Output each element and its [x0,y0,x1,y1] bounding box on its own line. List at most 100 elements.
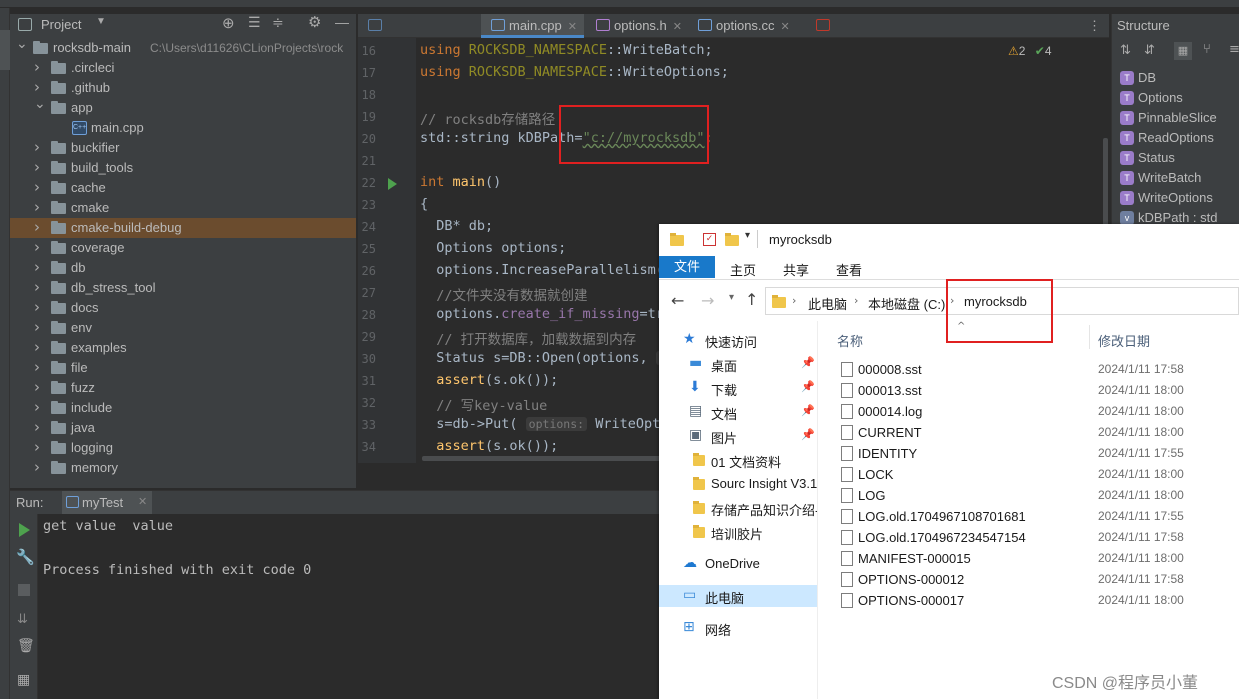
tree-folder-item[interactable]: › cmake-build-debug [10,218,356,238]
breadcrumb-item[interactable]: 本地磁盘 (C:) [868,294,945,313]
project-tool-button[interactable] [0,30,10,70]
chevron-right-icon[interactable]: › [34,177,40,197]
new-folder-icon[interactable] [725,233,739,246]
file-row[interactable]: LOCK 2024/1/11 18:00 [818,464,1239,485]
chevron-down-icon[interactable]: ⌄ [34,94,46,114]
ribbon-tab-file[interactable]: 文件 [659,256,715,278]
nav-item[interactable]: ☁ OneDrive [659,553,817,575]
pin-icon[interactable]: 📌 [801,356,815,369]
column-header-name[interactable]: 名称 [837,331,863,350]
chevron-right-icon[interactable]: › [34,357,40,377]
stop-icon[interactable] [18,584,30,596]
chevron-down-icon[interactable]: ▼ [96,16,106,27]
sort-visibility-icon[interactable]: ⇵ [1144,43,1155,58]
nav-item[interactable]: ⊞ 网络 [659,617,817,639]
tree-folder-item[interactable]: › java [10,418,356,438]
chevron-right-icon[interactable]: › [34,417,40,437]
nav-item[interactable]: 存储产品知识介绍- [659,497,819,519]
properties-icon[interactable]: ✓ [703,233,716,246]
pin-icon[interactable]: 📌 [801,428,815,441]
close-icon[interactable]: ✕ [138,495,147,508]
structure-item[interactable]: T Options [1120,88,1183,108]
file-row[interactable]: LOG 2024/1/11 18:00 [818,485,1239,506]
chevron-right-icon[interactable]: › [34,137,40,157]
tree-folder-item[interactable]: › logging [10,438,356,458]
structure-item[interactable]: v kDBPath : std [1120,208,1217,224]
layout-icon[interactable]: ▦ [17,672,30,688]
nav-item[interactable]: ▭ 此电脑 [659,585,817,607]
nav-item[interactable]: ▤ 文档 📌 [659,401,817,423]
minimize-icon[interactable]: — [335,14,349,30]
forward-arrow-icon[interactable]: → [701,291,714,310]
ribbon-tab-view[interactable]: 查看 [836,260,862,279]
trash-icon[interactable]: 🗑 [17,638,35,654]
close-icon[interactable]: ✕ [781,21,790,33]
tree-folder-item[interactable]: › db [10,258,356,278]
rerun-icon[interactable] [19,523,30,537]
tree-folder-item[interactable]: › .circleci [10,58,356,78]
quick-access-dropdown-icon[interactable]: ▾ [745,230,750,241]
tree-folder-item[interactable]: › cmake [10,198,356,218]
nav-item[interactable]: Sourc Insight V3.1 [659,473,817,495]
chevron-right-icon[interactable]: › [34,437,40,457]
tree-folder-item[interactable]: › include [10,398,356,418]
tree-folder-item[interactable]: ⌄ app [10,96,356,118]
chevron-down-icon[interactable]: ⌄ [16,36,28,54]
up-arrow-icon[interactable]: ↑ [745,290,758,309]
editor-tab[interactable]: CMakeLists.txt✕ [806,14,926,57]
tree-folder-item[interactable]: › build_tools [10,158,356,178]
ribbon-tab-share[interactable]: 共享 [783,260,809,279]
chevron-right-icon[interactable]: › [34,457,40,477]
inspection-widget[interactable]: ⚠2 ✔4 [1008,44,1052,58]
run-console[interactable]: get value value Process finished with ex… [38,514,660,699]
file-row[interactable]: MANIFEST-000015 2024/1/11 18:00 [818,548,1239,569]
run-tab[interactable]: myTest ✕ [62,491,152,515]
nav-item[interactable]: 01 文档资料 [659,449,817,471]
chevron-right-icon[interactable]: › [34,57,40,77]
ribbon-tab-home[interactable]: 主页 [730,260,756,279]
recent-dropdown-icon[interactable]: ▾ [729,292,734,303]
show-fields-icon[interactable]: ▦ [1174,42,1192,60]
tree-folder-item[interactable]: › docs [10,298,356,318]
file-row[interactable]: CURRENT 2024/1/11 18:00 [818,422,1239,443]
editor-tab[interactable]: options.h ✕ [586,14,686,38]
tree-folder-item[interactable]: › fuzz [10,378,356,398]
pin-icon[interactable]: 📌 [801,380,815,393]
nav-item[interactable]: 培训胶片 [659,521,817,543]
chevron-right-icon[interactable]: › [34,217,40,237]
structure-item[interactable]: T WriteBatch [1120,168,1201,188]
file-row[interactable]: IDENTITY 2024/1/11 17:55 [818,443,1239,464]
tree-folder-item[interactable]: › file [10,358,356,378]
close-icon[interactable]: ✕ [673,21,682,33]
tree-folder-item[interactable]: › .github [10,78,356,98]
file-row[interactable]: 000008.sst 2024/1/11 17:58 [818,359,1239,380]
sort-alpha-icon[interactable]: ⇅ [1120,43,1131,58]
back-arrow-icon[interactable]: ← [671,291,684,310]
gear-icon[interactable]: ⚙ [308,13,321,31]
run-gutter-icon[interactable] [388,178,397,190]
column-header-modified[interactable]: 修改日期 [1098,331,1150,350]
file-row[interactable]: OPTIONS-000012 2024/1/11 17:58 [818,569,1239,590]
collapse-all-icon[interactable]: ≑ [272,14,284,31]
file-row[interactable]: LOG.old.1704967234547154 2024/1/11 17:58 [818,527,1239,548]
tree-folder-item[interactable]: › cache [10,178,356,198]
chevron-right-icon[interactable]: › [34,397,40,417]
file-row[interactable]: OPTIONS-000017 2024/1/11 18:00 [818,590,1239,611]
tree-folder-item[interactable]: › coverage [10,238,356,258]
tree-folder-item[interactable]: ⌄ rocksdb-main C:\Users\d11626\CLionProjec… [10,36,356,58]
hierarchy-icon[interactable]: ⑂ [1203,42,1211,57]
structure-item[interactable]: T DB [1120,68,1156,88]
chevron-right-icon[interactable]: › [34,297,40,317]
wrench-icon[interactable]: 🔧 [16,548,35,566]
tree-folder-item[interactable]: › memory [10,458,356,478]
tree-folder-item[interactable]: › buckifier [10,138,356,158]
structure-item[interactable]: T PinnableSlice [1120,108,1217,128]
structure-item[interactable]: T WriteOptions [1120,188,1213,208]
tree-file-item[interactable]: C++ main.cpp [10,118,356,138]
chevron-right-icon[interactable]: › [34,337,40,357]
file-row[interactable]: 000013.sst 2024/1/11 18:00 [818,380,1239,401]
close-icon[interactable]: ✕ [568,21,577,33]
chevron-right-icon[interactable]: › [34,317,40,337]
chevron-right-icon[interactable]: › [34,277,40,297]
editor-tab[interactable]: README.md✕ [358,14,478,57]
